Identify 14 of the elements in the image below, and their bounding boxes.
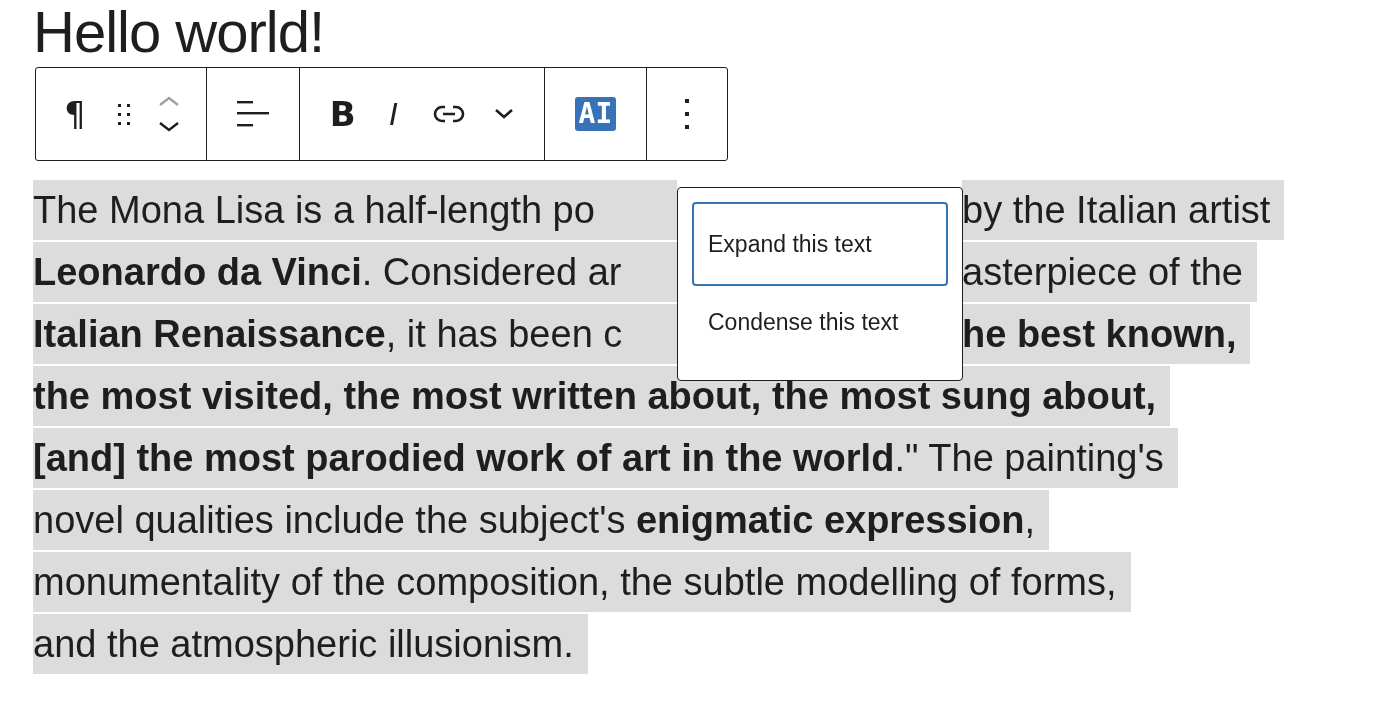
more-vertical-icon [685,99,690,129]
move-down-button[interactable] [157,121,180,133]
menu-item[interactable]: Expand this text [692,202,948,286]
ai-button[interactable]: AI [574,97,617,131]
drag-handle-icon [117,103,130,125]
format-button[interactable]: B [317,90,368,138]
align-left-icon [236,99,269,129]
chevron-up-icon [157,95,180,107]
format-button[interactable]: ¶ [52,90,98,138]
chevron-down-icon [157,121,180,133]
post-title: Hello world! [33,0,324,64]
chevron-down-icon [493,108,514,120]
link-icon [431,104,466,124]
format-button[interactable]: I [371,90,416,138]
